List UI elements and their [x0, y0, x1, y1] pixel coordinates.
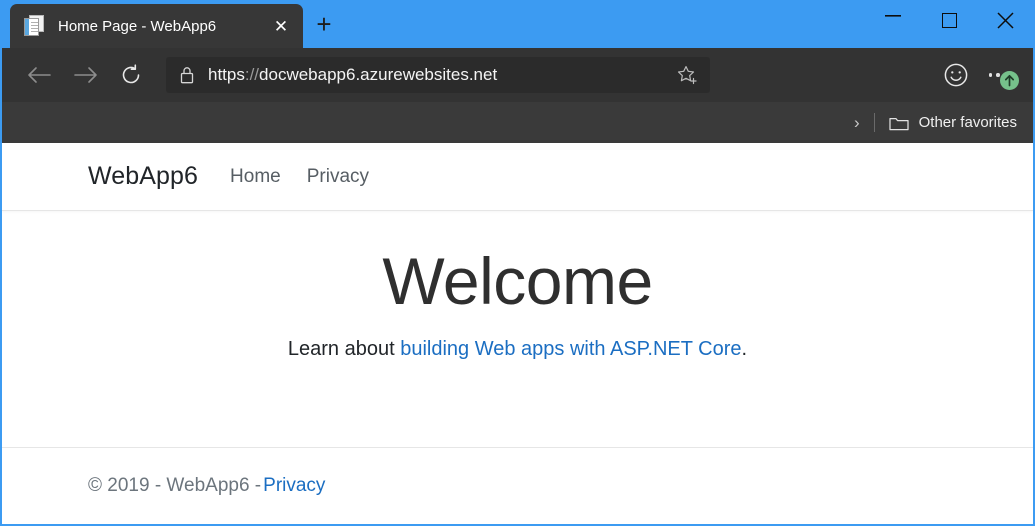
address-url-text[interactable]: https://docwebapp6.azurewebsites.net: [208, 65, 674, 85]
browser-window: Home Page - WebApp6 ✕ +: [0, 0, 1035, 526]
ellipsis-more-icon[interactable]: [977, 54, 1019, 96]
minimize-button[interactable]: [865, 0, 921, 40]
url-scheme: https: [208, 65, 245, 84]
url-host: docwebapp6.azurewebsites.net: [259, 65, 497, 84]
favorites-bar: › Other favorites: [2, 102, 1033, 143]
smiley-face-icon[interactable]: [935, 54, 977, 96]
lock-icon: [180, 66, 194, 84]
site-brand[interactable]: WebApp6: [88, 162, 198, 191]
document-page-icon: [24, 15, 46, 37]
footer-copyright: © 2019 - WebApp6 -: [88, 475, 261, 497]
address-bar[interactable]: https://docwebapp6.azurewebsites.net: [166, 57, 710, 93]
site-footer: © 2019 - WebApp6 - Privacy: [2, 447, 1033, 523]
other-favorites-label: Other favorites: [919, 114, 1017, 131]
refresh-icon[interactable]: [108, 54, 154, 96]
hero-section: Welcome Learn about building Web apps wi…: [2, 211, 1033, 361]
favorites-divider: [874, 113, 875, 132]
footer-privacy-link[interactable]: Privacy: [263, 475, 325, 497]
maximize-button[interactable]: [921, 0, 977, 40]
star-add-icon[interactable]: [674, 65, 700, 86]
page-title: Welcome: [2, 245, 1033, 318]
web-page-content: WebApp6 Home Privacy Welcome Learn about…: [2, 143, 1033, 523]
close-button[interactable]: [977, 0, 1033, 40]
browser-toolbar: https://docwebapp6.azurewebsites.net: [2, 48, 1033, 102]
site-navbar: WebApp6 Home Privacy: [2, 143, 1033, 211]
aspnet-core-docs-link[interactable]: building Web apps with ASP.NET Core: [400, 338, 741, 360]
nav-link-home[interactable]: Home: [230, 166, 281, 188]
new-tab-button[interactable]: +: [303, 4, 345, 48]
folder-icon: [889, 115, 909, 131]
hero-subtitle-suffix: .: [742, 338, 748, 360]
back-arrow-icon[interactable]: [16, 54, 62, 96]
title-bar: Home Page - WebApp6 ✕ +: [2, 0, 1033, 48]
forward-arrow-icon[interactable]: [62, 54, 108, 96]
hero-subtitle: Learn about building Web apps with ASP.N…: [2, 338, 1033, 361]
window-controls: [865, 0, 1033, 40]
tab-title: Home Page - WebApp6: [58, 18, 267, 35]
tab-close-icon[interactable]: ✕: [267, 12, 295, 40]
chevron-right-icon[interactable]: ›: [840, 114, 874, 131]
hero-subtitle-prefix: Learn about: [288, 338, 400, 360]
maximize-icon: [942, 13, 957, 28]
other-favorites-folder[interactable]: Other favorites: [889, 114, 1017, 131]
update-available-badge: [1000, 71, 1019, 90]
browser-tab-active[interactable]: Home Page - WebApp6 ✕: [10, 4, 303, 48]
url-separator: ://: [245, 65, 259, 84]
nav-link-privacy[interactable]: Privacy: [307, 166, 369, 188]
